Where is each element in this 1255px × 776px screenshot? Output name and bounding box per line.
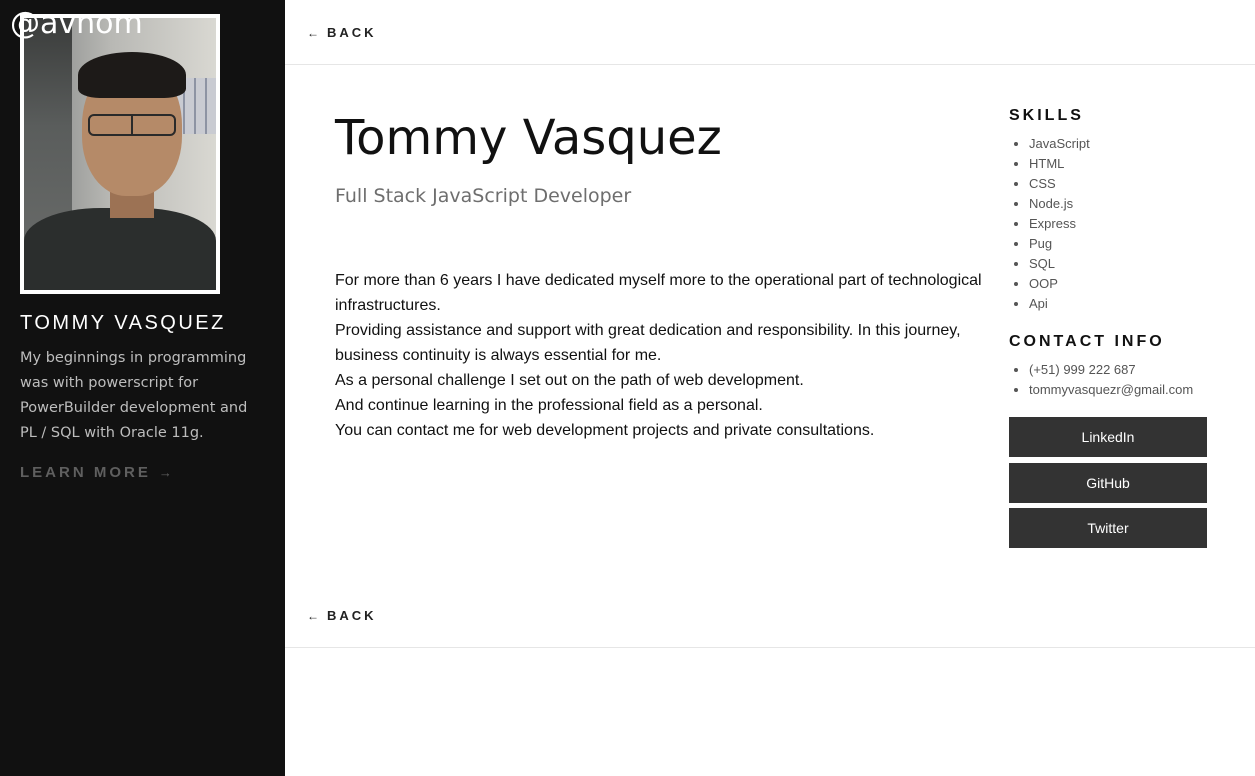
twitter-button[interactable]: Twitter (1009, 508, 1207, 548)
skill-item: Express (1029, 214, 1090, 234)
learn-more-link[interactable]: LEARN MORE → (20, 464, 175, 481)
skills-heading: SKILLS (1009, 107, 1084, 124)
arrow-right-icon: → (158, 465, 175, 480)
about-paragraph: And continue learning in the professiona… (335, 397, 763, 414)
about-paragraph: For more than 6 years I have dedicated m… (335, 272, 982, 314)
arrow-left-icon: ← (307, 26, 319, 40)
contact-phone: (+51) 999 222 687 (1029, 360, 1193, 380)
skill-item: Node.js (1029, 194, 1090, 214)
handle-watermark: @avnom (10, 6, 143, 41)
about-paragraph: You can contact me for web development p… (335, 422, 875, 439)
skills-list: JavaScript HTML CSS Node.js Express Pug … (1029, 134, 1090, 314)
about-section: For more than 6 years I have dedicated m… (335, 268, 995, 443)
contact-heading: CONTACT INFO (1009, 333, 1165, 350)
linkedin-button[interactable]: LinkedIn (1009, 417, 1207, 457)
bottom-nav: ← BACK (285, 583, 1255, 648)
about-paragraph: Providing assistance and support with gr… (335, 322, 961, 364)
top-nav: ← BACK (285, 0, 1255, 65)
contact-email: tommyvasquezr@gmail.com (1029, 380, 1193, 400)
contact-list: (+51) 999 222 687 tommyvasquezr@gmail.co… (1029, 360, 1193, 400)
skill-item: HTML (1029, 154, 1090, 174)
sidebar: @avnom TOMMY VASQUEZ My beginnings in pr… (0, 0, 285, 776)
skill-item: Api (1029, 294, 1090, 314)
page-subtitle: Full Stack JavaScript Developer (335, 185, 632, 207)
sidebar-name: TOMMY VASQUEZ (20, 312, 226, 334)
back-link-top[interactable]: ← BACK (307, 25, 377, 40)
skill-item: CSS (1029, 174, 1090, 194)
learn-more-label: LEARN MORE (20, 464, 151, 481)
arrow-left-icon: ← (307, 609, 319, 623)
skill-item: SQL (1029, 254, 1090, 274)
back-label: BACK (327, 608, 377, 623)
skill-item: JavaScript (1029, 134, 1090, 154)
github-button[interactable]: GitHub (1009, 463, 1207, 503)
back-link-bottom[interactable]: ← BACK (307, 608, 377, 623)
profile-photo (24, 18, 216, 290)
profile-photo-frame (20, 14, 220, 294)
sidebar-bio: My beginnings in programming was with po… (20, 350, 248, 441)
skill-item: OOP (1029, 274, 1090, 294)
back-label: BACK (327, 25, 377, 40)
about-paragraph: As a personal challenge I set out on the… (335, 372, 804, 389)
page-title: Tommy Vasquez (335, 110, 722, 166)
skill-item: Pug (1029, 234, 1090, 254)
